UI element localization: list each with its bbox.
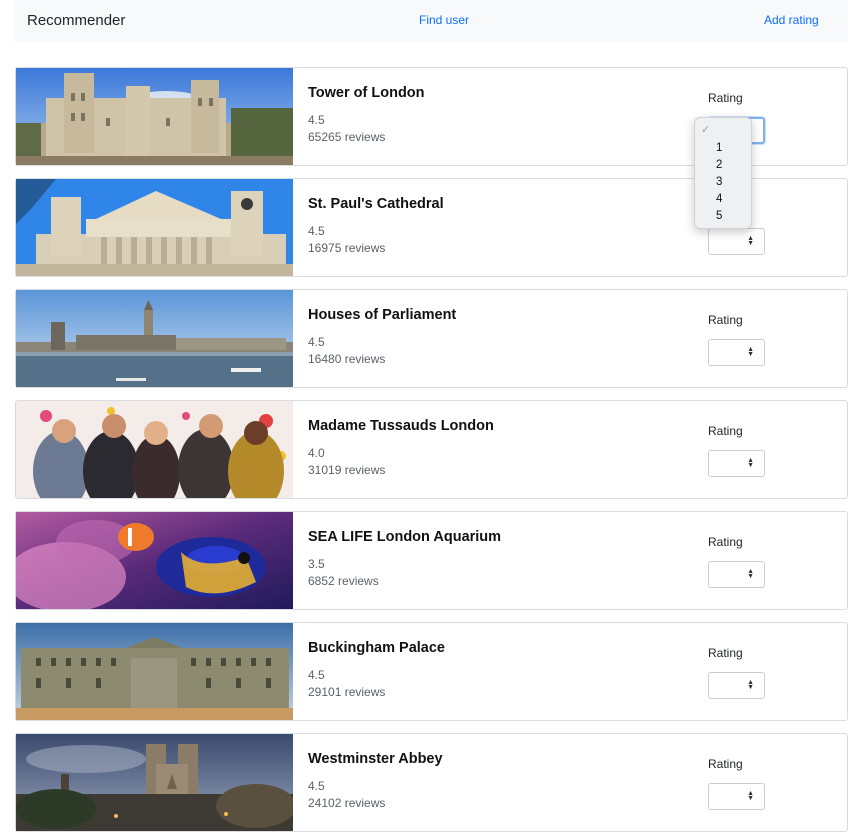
find-user-link[interactable]: Find user: [419, 13, 469, 27]
attraction-name: Tower of London: [308, 85, 425, 101]
attraction-image: [16, 401, 293, 498]
attraction-reviews: 16975 reviews: [308, 241, 386, 255]
attraction-score: 4.5: [308, 335, 325, 349]
attraction-score: 3.5: [308, 557, 325, 571]
attraction-reviews: 29101 reviews: [308, 685, 386, 699]
add-rating-link[interactable]: Add rating: [764, 13, 819, 27]
rating-select[interactable]: ▲▼: [708, 672, 765, 699]
rating-select[interactable]: ▲▼: [708, 783, 765, 810]
rating-label: Rating: [708, 646, 743, 660]
select-arrows-icon: ▲▼: [747, 346, 754, 358]
rating-option-3[interactable]: 3: [716, 176, 722, 188]
attraction-reviews: 16480 reviews: [308, 352, 386, 366]
attraction-image: [16, 290, 293, 387]
rating-option-1[interactable]: 1: [716, 142, 722, 154]
checkmark-icon: ✓: [701, 124, 711, 136]
attraction-card: SEA LIFE London Aquarium 3.5 6852 review…: [15, 511, 848, 610]
rating-select[interactable]: ▲▼: [708, 339, 765, 366]
navbar: Recommender Find user Add rating: [15, 0, 848, 42]
rating-option-4[interactable]: 4: [716, 193, 722, 205]
attraction-score: 4.5: [308, 668, 325, 682]
select-arrows-icon: ▲▼: [747, 679, 754, 691]
attraction-reviews: 31019 reviews: [308, 463, 386, 477]
attraction-reviews: 65265 reviews: [308, 130, 386, 144]
attraction-image: [16, 734, 293, 831]
rating-label: Rating: [708, 757, 743, 771]
attraction-score: 4.5: [308, 779, 325, 793]
rating-option-2[interactable]: 2: [716, 159, 722, 171]
rating-option-5[interactable]: 5: [716, 210, 722, 222]
attraction-score: 4.0: [308, 446, 325, 460]
attraction-card: Westminster Abbey 4.5 24102 reviews Rati…: [15, 733, 848, 832]
attraction-name: SEA LIFE London Aquarium: [308, 529, 502, 545]
attraction-name: St. Paul's Cathedral: [308, 196, 444, 212]
rating-select[interactable]: ▲▼: [708, 450, 765, 477]
attraction-card: Houses of Parliament 4.5 16480 reviews R…: [15, 289, 848, 388]
select-arrows-icon: ▲▼: [747, 235, 754, 247]
attraction-name: Madame Tussauds London: [308, 418, 494, 434]
rating-label: Rating: [708, 91, 743, 105]
rating-label: Rating: [708, 313, 743, 327]
select-arrows-icon: ▲▼: [747, 790, 754, 802]
attraction-card: Buckingham Palace 4.5 29101 reviews Rati…: [15, 622, 848, 721]
attraction-score: 4.5: [308, 224, 325, 238]
attraction-reviews: 24102 reviews: [308, 796, 386, 810]
rating-label: Rating: [708, 535, 743, 549]
attraction-image: [16, 179, 293, 276]
attraction-image: [16, 68, 293, 165]
select-arrows-icon: ▲▼: [747, 568, 754, 580]
attraction-image: [16, 623, 293, 720]
attraction-card: Madame Tussauds London 4.0 31019 reviews…: [15, 400, 848, 499]
rating-dropdown-menu: ✓ 1 2 3 4 5: [694, 117, 752, 229]
rating-select[interactable]: ▲▼: [708, 561, 765, 588]
attraction-score: 4.5: [308, 113, 325, 127]
select-arrows-icon: ▲▼: [747, 457, 754, 469]
attraction-name: Westminster Abbey: [308, 751, 443, 767]
rating-label: Rating: [708, 424, 743, 438]
attraction-reviews: 6852 reviews: [308, 574, 379, 588]
attraction-image: [16, 512, 293, 609]
attraction-name: Houses of Parliament: [308, 307, 457, 323]
attraction-name: Buckingham Palace: [308, 640, 445, 656]
rating-select[interactable]: ▲▼: [708, 228, 765, 255]
navbar-brand[interactable]: Recommender: [27, 12, 125, 29]
